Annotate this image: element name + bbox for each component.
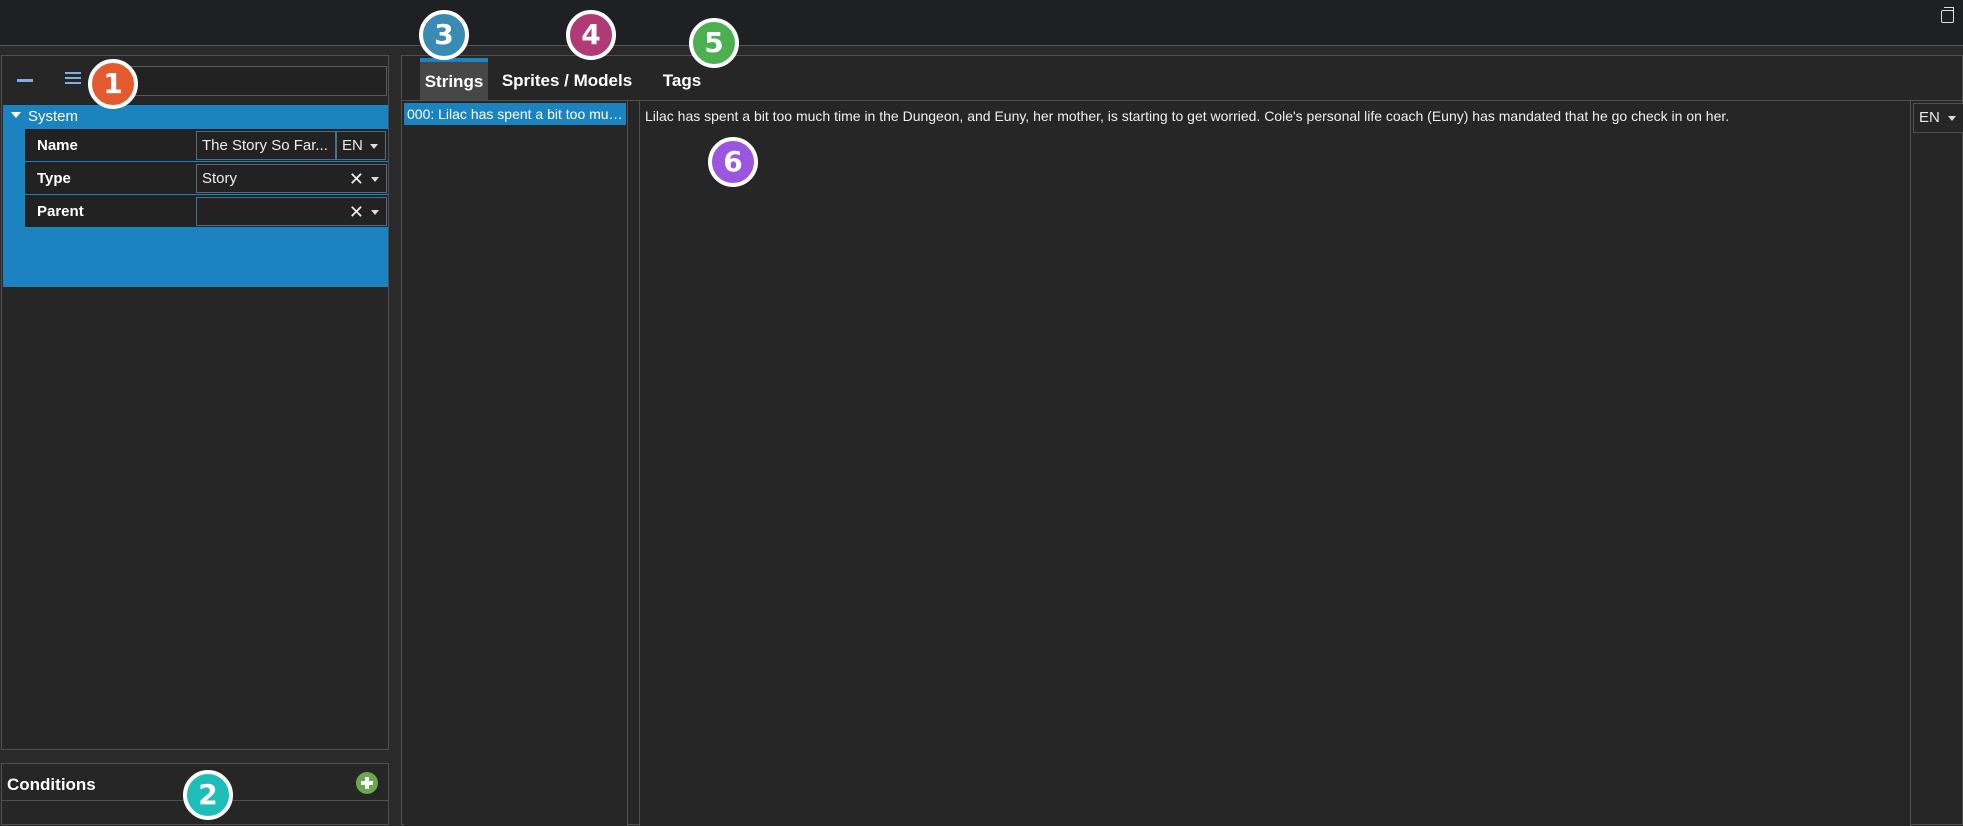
property-row-parent: Parent ✕	[25, 195, 388, 228]
collapse-all-icon[interactable]	[17, 79, 33, 82]
string-editor[interactable]: Lilac has spent a bit too much time in t…	[639, 101, 1911, 826]
property-label: Type	[37, 170, 71, 187]
tab-strings[interactable]: Strings	[420, 58, 488, 100]
restore-window-icon[interactable]	[1941, 7, 1954, 23]
annotation-badge-2: 2	[183, 770, 233, 820]
tab-sprites-models[interactable]: Sprites / Models	[494, 58, 640, 100]
property-label: Parent	[37, 203, 84, 220]
annotation-badge-3: 3	[419, 10, 469, 60]
string-list: 000: Lilac has spent a bit too much time…	[404, 101, 628, 826]
string-list-item[interactable]: 000: Lilac has spent a bit too much time…	[404, 103, 626, 125]
name-language-select[interactable]: EN	[336, 131, 386, 160]
clear-icon[interactable]: ✕	[349, 202, 364, 222]
title-bar	[0, 0, 1963, 46]
clear-icon[interactable]: ✕	[349, 169, 364, 189]
editor-language-select[interactable]: EN	[1913, 103, 1963, 133]
annotation-badge-1: 1	[88, 59, 138, 109]
dropdown-arrow-icon	[370, 144, 378, 149]
string-text[interactable]: Lilac has spent a bit too much time in t…	[645, 108, 1729, 124]
dropdown-arrow-icon[interactable]	[371, 177, 379, 182]
dropdown-arrow-icon	[1948, 116, 1956, 121]
category-header[interactable]: System	[3, 105, 388, 129]
property-panel: System Name The Story So Far... EN Type …	[1, 55, 389, 750]
dropdown-arrow-icon[interactable]	[371, 210, 379, 215]
category-system: System Name The Story So Far... EN Type …	[3, 105, 388, 287]
parent-select[interactable]: ✕	[196, 197, 387, 226]
caret-down-icon	[11, 112, 21, 119]
list-view-icon[interactable]	[65, 72, 81, 86]
category-label: System	[28, 108, 79, 125]
property-label: Name	[37, 137, 78, 154]
annotation-badge-5: 5	[689, 18, 739, 68]
annotation-badge-6: 6	[708, 137, 758, 187]
add-condition-icon[interactable]	[356, 772, 378, 794]
type-select[interactable]: Story ✕	[196, 164, 387, 193]
conditions-title: Conditions	[7, 775, 96, 794]
main-panel: Strings Sprites / Models Tags 000: Lilac…	[401, 55, 1963, 826]
property-row-name: Name The Story So Far... EN	[25, 129, 388, 162]
property-search-input[interactable]	[113, 66, 387, 96]
property-row-type: Type Story ✕	[25, 162, 388, 195]
annotation-badge-4: 4	[566, 10, 616, 60]
name-field[interactable]: The Story So Far...	[196, 131, 336, 160]
